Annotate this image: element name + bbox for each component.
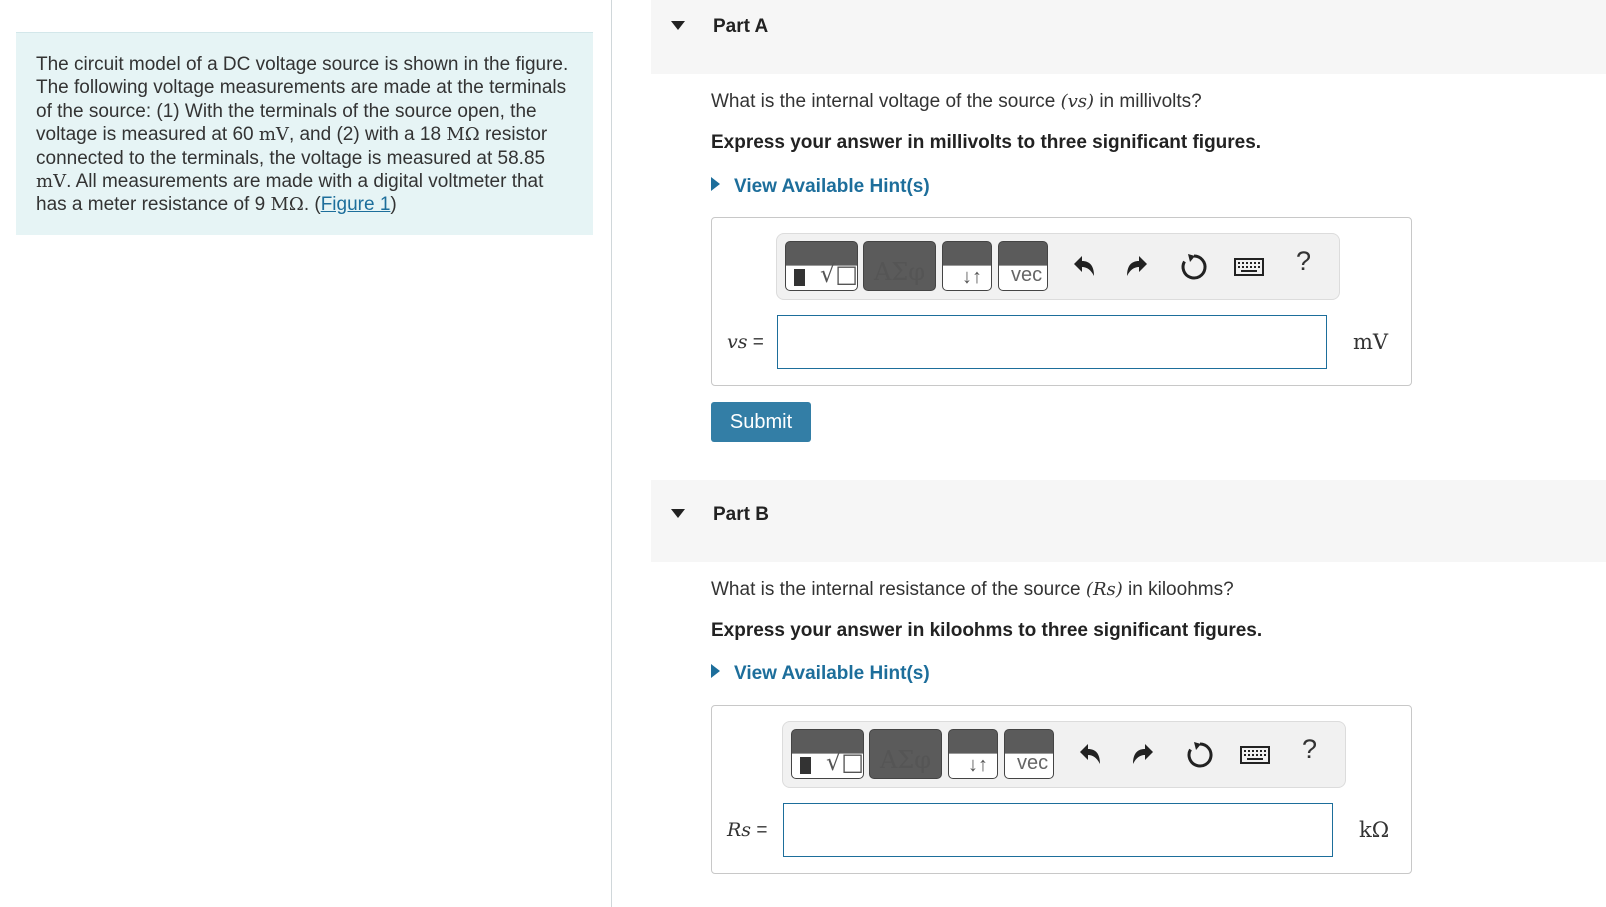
- figure-link[interactable]: Figure 1: [321, 194, 391, 215]
- collapse-caret-icon[interactable]: [671, 21, 685, 30]
- question-text: What is the internal voltage of the sour…: [711, 91, 1061, 112]
- problem-text-5: . (: [303, 194, 321, 216]
- vec-button[interactable]: vec: [998, 241, 1048, 291]
- part-b-variable-label: Rs =: [727, 819, 767, 842]
- part-a-unit: mV: [1353, 330, 1389, 354]
- equals-sign: =: [751, 820, 768, 841]
- greek-button[interactable]: ΑΣφ: [863, 241, 936, 291]
- arrows-icon: ↓↑: [968, 754, 988, 776]
- part-a-answer-box: √□ ΑΣφ ↓↑ vec ? vs = mV: [711, 217, 1412, 386]
- help-icon[interactable]: ?: [1296, 246, 1311, 277]
- expand-caret-icon: [711, 664, 720, 678]
- part-a-question: What is the internal voltage of the sour…: [711, 91, 1202, 113]
- part-b-unit: kΩ: [1359, 818, 1390, 842]
- greek-button[interactable]: ΑΣφ: [869, 729, 942, 779]
- problem-text-2: , and (2) with a 18: [288, 124, 447, 146]
- templates-button[interactable]: √□: [791, 729, 864, 779]
- redo-icon[interactable]: [1127, 738, 1161, 772]
- greek-icon: ΑΣφ: [879, 746, 932, 774]
- arrows-icon: ↓↑: [962, 266, 982, 288]
- radical-icon: √□: [820, 260, 858, 288]
- part-b-header[interactable]: Part B: [651, 480, 1606, 562]
- part-a-variable-label: vs =: [727, 331, 764, 354]
- part-a-instruction: Express your answer in millivolts to thr…: [711, 132, 1262, 153]
- keyboard-icon[interactable]: [1232, 250, 1266, 284]
- part-a-title: Part A: [713, 16, 769, 37]
- templates-icon: [800, 757, 811, 774]
- problem-statement: The circuit model of a DC voltage source…: [36, 53, 576, 217]
- unit-mv: mV: [258, 124, 289, 146]
- part-b-hint-link[interactable]: View Available Hint(s): [711, 663, 930, 685]
- question-text-end: in kiloohms?: [1122, 579, 1234, 600]
- var-name: vs: [727, 331, 748, 353]
- undo-icon[interactable]: [1072, 738, 1106, 772]
- math-toolbar: √□ ΑΣφ ↓↑ vec ?: [776, 233, 1340, 300]
- part-b-answer-input[interactable]: [783, 803, 1333, 857]
- problem-text-6: ): [390, 194, 397, 216]
- question-variable: (vs): [1060, 91, 1095, 112]
- question-text: What is the internal resistance of the s…: [711, 579, 1086, 600]
- var-name: Rs: [727, 819, 752, 841]
- question-text-end: in millivolts?: [1094, 91, 1202, 112]
- vec-icon: vec: [1011, 264, 1043, 286]
- unit-mohm: MΩ: [446, 124, 480, 146]
- templates-icon: [794, 269, 805, 286]
- vec-icon: vec: [1017, 752, 1049, 774]
- templates-button[interactable]: √□: [785, 241, 858, 291]
- reset-icon[interactable]: [1183, 738, 1217, 772]
- part-a-hint-link[interactable]: View Available Hint(s): [711, 176, 930, 198]
- radical-icon: √□: [826, 748, 864, 776]
- part-b-answer-box: √□ ΑΣφ ↓↑ vec ? Rs = kΩ: [711, 705, 1412, 874]
- equals-sign: =: [747, 332, 764, 353]
- problem-panel: The circuit model of a DC voltage source…: [16, 32, 593, 235]
- part-a-submit-button[interactable]: Submit: [711, 402, 811, 442]
- help-icon[interactable]: ?: [1302, 734, 1317, 765]
- reset-icon[interactable]: [1177, 250, 1211, 284]
- vec-button[interactable]: vec: [1004, 729, 1054, 779]
- arrows-button[interactable]: ↓↑: [942, 241, 992, 291]
- redo-icon[interactable]: [1121, 250, 1155, 284]
- unit-mv-2: mV: [36, 171, 67, 193]
- collapse-caret-icon[interactable]: [671, 509, 685, 518]
- part-b-title: Part B: [713, 504, 769, 525]
- part-b-instruction: Express your answer in kiloohms to three…: [711, 620, 1263, 641]
- hint-label: View Available Hint(s): [734, 176, 930, 197]
- math-toolbar: √□ ΑΣφ ↓↑ vec ?: [782, 721, 1346, 788]
- undo-icon[interactable]: [1066, 250, 1100, 284]
- panel-divider: [611, 0, 612, 907]
- expand-caret-icon: [711, 177, 720, 191]
- question-variable: (Rs): [1085, 579, 1123, 600]
- part-a-answer-input[interactable]: [777, 315, 1327, 369]
- greek-icon: ΑΣφ: [873, 258, 926, 286]
- arrows-button[interactable]: ↓↑: [948, 729, 998, 779]
- keyboard-icon[interactable]: [1238, 738, 1272, 772]
- part-b-question: What is the internal resistance of the s…: [711, 579, 1234, 601]
- part-a-header[interactable]: Part A: [651, 0, 1606, 74]
- hint-label: View Available Hint(s): [734, 663, 930, 684]
- unit-mohm-2: MΩ: [270, 194, 304, 216]
